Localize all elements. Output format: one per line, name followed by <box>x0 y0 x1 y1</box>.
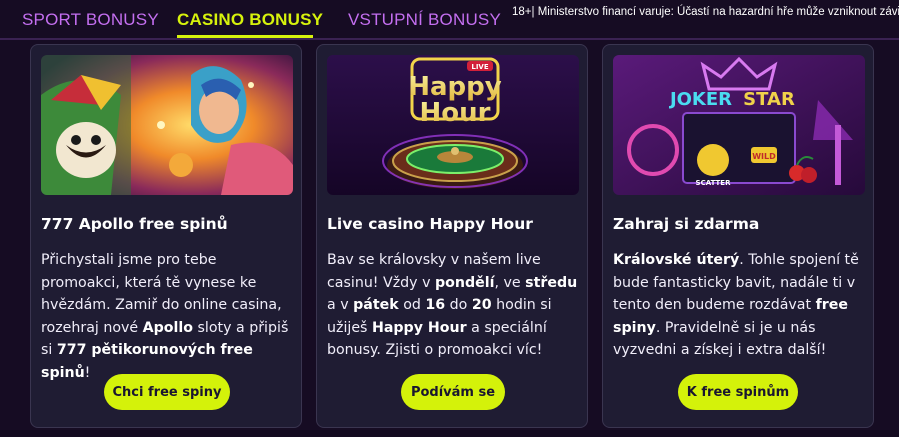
hour-text: Hour <box>420 98 491 128</box>
text-fragment: od <box>398 297 426 313</box>
card-title: Zahraj si zdarma <box>613 215 760 233</box>
cta-button-chci-free-spiny[interactable]: Chci free spiny <box>104 374 230 410</box>
bold-text-fragment: 16 <box>425 297 446 313</box>
tab-sport-bonusy[interactable]: SPORT BONUSY <box>22 10 159 30</box>
promo-card-happy-hour: LIVE Happy Hour Live casino Happy Hour B… <box>316 44 588 428</box>
card-title: 777 Apollo free spinů <box>41 215 228 233</box>
cta-button-podivam-se[interactable]: Podívám se <box>401 374 505 410</box>
bonus-tabs-bar: SPORT BONUSY CASINO BONUSY VSTUPNÍ BONUS… <box>0 0 899 40</box>
card-title: Live casino Happy Hour <box>327 215 533 233</box>
tab-casino-bonusy[interactable]: CASINO BONUSY <box>177 10 323 30</box>
happy-hour-roulette-banner[interactable]: LIVE Happy Hour <box>327 55 579 195</box>
bold-text-fragment: Královské úterý <box>613 252 740 268</box>
promo-card-zahraj-zdarma: JOKER STAR SCATTER WILD Zahraj si zdarma… <box>602 44 874 428</box>
wild-label: WILD <box>752 152 776 161</box>
joker-star-banner[interactable]: JOKER STAR SCATTER WILD <box>613 55 865 195</box>
text-fragment: a v <box>327 297 354 313</box>
live-badge-text: LIVE <box>471 63 488 71</box>
active-tab-underline <box>177 35 313 38</box>
bold-text-fragment: pondělí <box>434 274 495 291</box>
cta-button-k-free-spinum[interactable]: K free spinům <box>678 374 798 410</box>
bold-text-fragment: Apollo <box>142 319 194 336</box>
star-text: STAR <box>743 89 795 110</box>
card-description: Přichystali jsme pro tebe promoakci, kte… <box>41 249 299 384</box>
gambling-warning: 18+| Ministerstvo financí varuje: Účastí… <box>512 6 899 18</box>
card-description: Bav se královsky v našem live casinu! Vž… <box>327 249 585 362</box>
card-description: Královské úterý. Tohle spojení tě bude f… <box>613 249 871 362</box>
scatter-label: SCATTER <box>696 179 732 187</box>
joker-text: JOKER <box>668 89 732 110</box>
text-fragment: do <box>445 297 472 313</box>
bold-text-fragment: pátek <box>353 297 399 313</box>
bold-text-fragment: Happy Hour <box>371 319 467 336</box>
text-fragment: ! <box>84 364 91 381</box>
page-bottom-edge <box>0 430 899 437</box>
tab-vstupni-bonusy[interactable]: VSTUPNÍ BONUSY <box>348 10 501 30</box>
apollo-jester-banner[interactable] <box>41 55 293 195</box>
bold-text-fragment: 20 <box>471 297 492 313</box>
text-fragment: , ve <box>494 274 526 291</box>
promo-card-apollo: 777 Apollo free spinů Přichystali jsme p… <box>30 44 302 428</box>
bold-text-fragment: středu <box>525 274 578 291</box>
